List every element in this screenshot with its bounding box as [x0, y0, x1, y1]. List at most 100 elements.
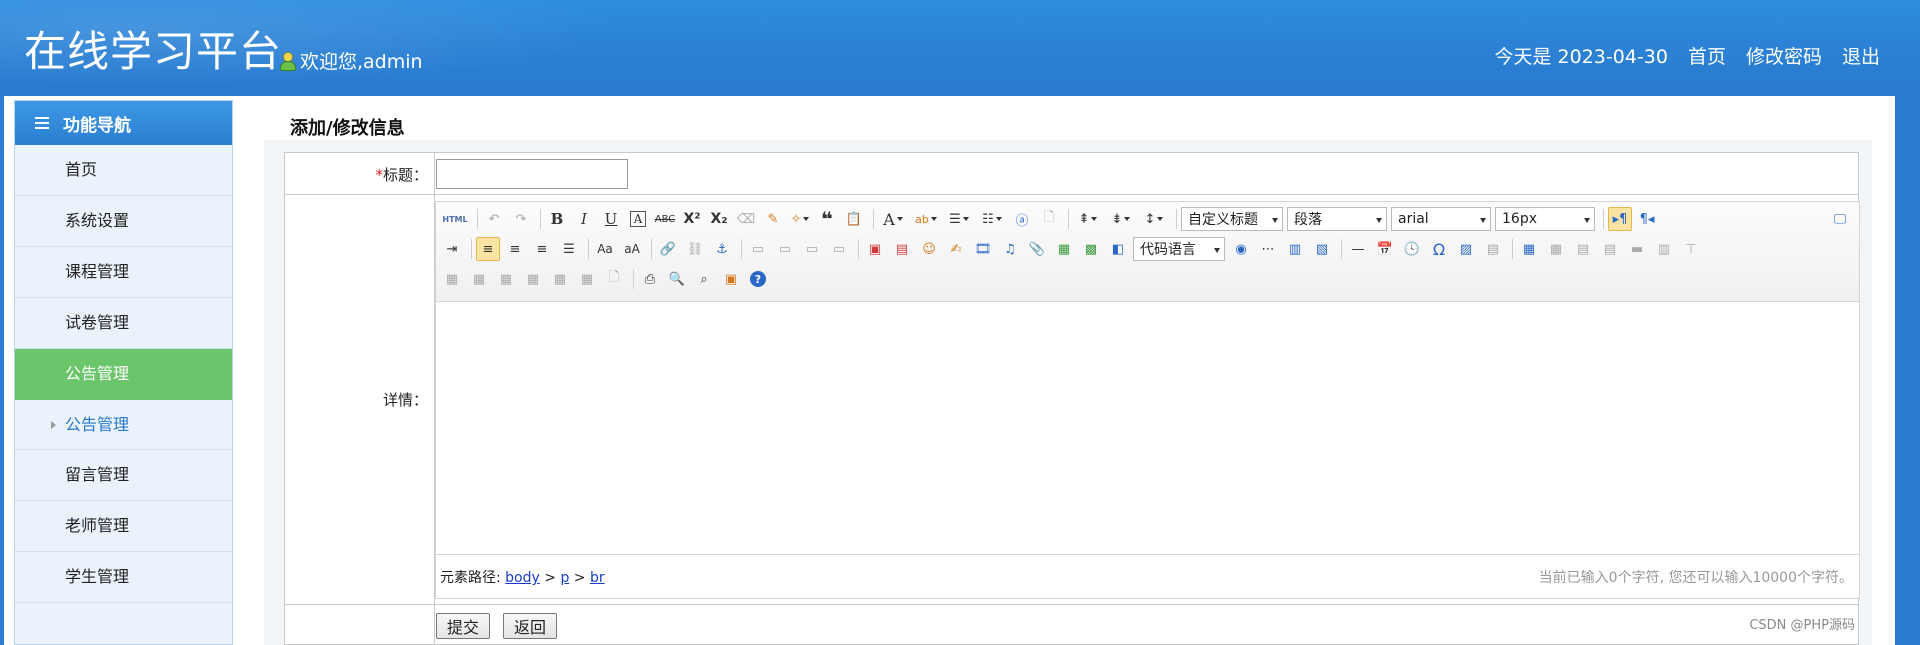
auto-format-icon[interactable]: ✧ [788, 207, 812, 231]
emotion-icon[interactable]: ☺ [917, 237, 941, 261]
row-spacing-bottom-icon[interactable]: ⇟ [1106, 207, 1136, 231]
map-icon[interactable]: ▦ [1052, 237, 1076, 261]
charts-icon[interactable]: 🗋 [602, 267, 626, 291]
special-chars-icon[interactable]: Ω [1427, 237, 1451, 261]
unordered-list-icon[interactable]: ☷ [977, 207, 1007, 231]
align-center-icon[interactable]: ≡ [503, 237, 527, 261]
sidebar-item-system-settings[interactable]: 系统设置 [15, 196, 232, 247]
insert-frame-icon[interactable]: ◧ [1106, 237, 1130, 261]
underline-icon[interactable]: U [599, 207, 623, 231]
search-replace-icon[interactable]: ⌕ [692, 267, 716, 291]
paragraph-format-select[interactable]: 段落 [1287, 207, 1387, 231]
align-right-icon[interactable]: ≡ [530, 237, 554, 261]
split-to-cols-icon[interactable]: ▦ [575, 267, 599, 291]
strikethrough-icon[interactable]: ABC [653, 207, 677, 231]
music-icon[interactable]: ♫ [998, 237, 1022, 261]
scrawl-icon[interactable]: ✍ [944, 237, 968, 261]
sidebar-item-teacher-management[interactable]: 老师管理 [15, 501, 232, 552]
date-icon[interactable]: 📅 [1373, 237, 1397, 261]
line-height-icon[interactable]: ↕ [1139, 207, 1169, 231]
image-none-icon[interactable]: ▭ [746, 237, 770, 261]
split-to-cells-icon[interactable]: ▦ [521, 267, 545, 291]
image-center-icon[interactable]: ▭ [827, 237, 851, 261]
uppercase-icon[interactable]: Aa [593, 237, 617, 261]
insert-video-icon[interactable]: 🎞 [971, 237, 995, 261]
path-link-p[interactable]: p [560, 570, 569, 586]
image-right-icon[interactable]: ▭ [800, 237, 824, 261]
attachment-icon[interactable]: 📎 [1025, 237, 1049, 261]
preview-icon[interactable]: 🔍 [665, 267, 689, 291]
anchor-icon[interactable]: ⚓ [710, 237, 734, 261]
insert-col-icon[interactable]: ▥ [1652, 237, 1676, 261]
split-to-rows-icon[interactable]: ▦ [548, 267, 572, 291]
editor-content-area[interactable] [436, 302, 1859, 554]
wordimage-icon[interactable]: ▨ [1454, 237, 1478, 261]
background-color-icon[interactable]: ab [911, 207, 941, 231]
delete-row-icon[interactable]: ▬ [1625, 237, 1649, 261]
background-icon[interactable]: ▧ [1310, 237, 1334, 261]
header-link-logout[interactable]: 退出 [1842, 42, 1880, 69]
simple-upload-icon[interactable]: ▣ [863, 237, 887, 261]
undo-icon[interactable]: ↶ [482, 207, 506, 231]
title-input[interactable] [436, 159, 628, 189]
delete-col-icon[interactable]: ⊤ [1679, 237, 1703, 261]
font-border-icon[interactable]: A [630, 211, 646, 227]
link-icon[interactable]: 🔗 [656, 237, 680, 261]
italic-icon[interactable]: I [572, 207, 596, 231]
merge-right-icon[interactable]: ▦ [467, 267, 491, 291]
delete-table-icon[interactable]: ▦ [1544, 237, 1568, 261]
font-size-select[interactable]: 16px [1495, 207, 1595, 231]
sidebar-item-home[interactable]: 首页 [15, 145, 232, 196]
indent-icon[interactable]: ⇥ [440, 237, 464, 261]
html-source-button[interactable]: HTML [440, 207, 470, 231]
align-justify-icon[interactable]: ☰ [557, 237, 581, 261]
sidebar-item-message-management[interactable]: 留言管理 [15, 450, 232, 501]
help-icon[interactable]: ? [746, 267, 770, 291]
custom-heading-select[interactable]: 自定义标题 [1181, 207, 1283, 231]
direction-ltr-icon[interactable]: ▸¶ [1608, 207, 1632, 231]
font-color-icon[interactable]: A [878, 207, 908, 231]
merge-down-icon[interactable]: ▦ [494, 267, 518, 291]
merge-cells-icon[interactable]: ▦ [440, 267, 464, 291]
image-left-icon[interactable]: ▭ [773, 237, 797, 261]
header-link-change-password[interactable]: 修改密码 [1746, 42, 1822, 69]
subscript-icon[interactable]: X₂ [707, 207, 731, 231]
template-icon[interactable]: ▥ [1283, 237, 1307, 261]
direction-rtl-icon[interactable]: ¶◂ [1635, 207, 1659, 231]
insert-row-icon[interactable]: ▤ [1598, 237, 1622, 261]
insert-table-icon[interactable]: ▦ [1517, 237, 1541, 261]
snapscreen-icon[interactable]: ▤ [1481, 237, 1505, 261]
ordered-list-icon[interactable]: ☰ [944, 207, 974, 231]
paste-plain-icon[interactable]: 📋 [842, 207, 866, 231]
code-language-select[interactable]: 代码语言 [1133, 237, 1225, 261]
eraser-icon[interactable]: ⌫ [734, 207, 758, 231]
print-icon[interactable]: ⎙ [638, 267, 662, 291]
sidebar-item-exam-management[interactable]: 试卷管理 [15, 298, 232, 349]
web-app-icon[interactable]: ◉ [1229, 237, 1253, 261]
google-map-icon[interactable]: ▩ [1079, 237, 1103, 261]
sidebar-item-course-management[interactable]: 课程管理 [15, 247, 232, 298]
superscript-icon[interactable]: X² [680, 207, 704, 231]
horizontal-rule-icon[interactable]: — [1346, 237, 1370, 261]
clear-document-icon[interactable]: 🗋 [1037, 207, 1061, 231]
lowercase-icon[interactable]: aA [620, 237, 644, 261]
format-brush-icon[interactable]: ✎ [761, 207, 785, 231]
path-link-body[interactable]: body [505, 570, 540, 586]
row-spacing-top-icon[interactable]: ⇞ [1073, 207, 1103, 231]
sidebar-item-student-management[interactable]: 学生管理 [15, 552, 232, 603]
sidebar-subitem-announcement-management[interactable]: 公告管理 [15, 400, 232, 450]
header-link-home[interactable]: 首页 [1688, 42, 1726, 69]
sidebar-item-announcement-management[interactable]: 公告管理 [15, 349, 232, 400]
redo-icon[interactable]: ↷ [509, 207, 533, 231]
page-break-icon[interactable]: ⋯ [1256, 237, 1280, 261]
fullscreen-icon[interactable]: 🖵 [1828, 207, 1852, 231]
submit-button[interactable]: 提交 [436, 613, 491, 639]
time-icon[interactable]: 🕓 [1400, 237, 1424, 261]
blockquote-icon[interactable]: ❝ [815, 207, 839, 231]
insert-image-icon[interactable]: ▤ [890, 237, 914, 261]
path-link-br[interactable]: br [590, 570, 605, 586]
insert-paragraph-before-table-icon[interactable]: ▤ [1571, 237, 1595, 261]
align-left-icon[interactable]: ≡ [476, 237, 500, 261]
font-family-select[interactable]: arial [1391, 207, 1491, 231]
bold-icon[interactable]: B [545, 207, 569, 231]
